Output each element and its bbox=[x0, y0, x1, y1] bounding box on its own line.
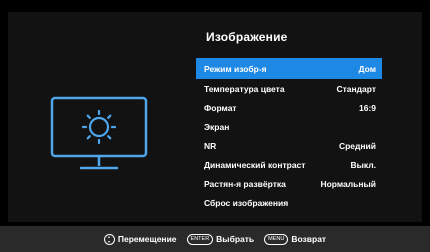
hint-move-label: Перемещение bbox=[117, 234, 177, 244]
hint-select: ENTER Выбрать bbox=[186, 233, 255, 245]
menu-item-label: Экран bbox=[204, 121, 230, 132]
tv-osd-screen: Изображение Режим изобр-я Дом Температур… bbox=[0, 0, 430, 252]
menu-item-label: Динамический контраст bbox=[204, 159, 306, 170]
monitor-brightness-icon bbox=[50, 96, 148, 172]
menu-item-value: Стандарт bbox=[336, 83, 376, 94]
menu-item-color-temperature[interactable]: Температура цвета Стандарт bbox=[196, 79, 382, 98]
up-down-nav-icon bbox=[103, 233, 115, 245]
menu-item-value: Выкл. bbox=[350, 159, 376, 170]
menu-item-noise-reduction[interactable]: NR Средний bbox=[196, 136, 382, 155]
menu-item-dynamic-contrast[interactable]: Динамический контраст Выкл. bbox=[196, 155, 382, 174]
menu-item-aspect-ratio[interactable]: Формат 16:9 bbox=[196, 98, 382, 117]
menu-key-icon: MENU bbox=[264, 233, 289, 245]
menu-item-value: Нормальный bbox=[320, 178, 376, 189]
menu-item-value: 16:9 bbox=[358, 102, 376, 113]
hint-back-label: Возврат bbox=[291, 234, 327, 244]
menu-list: Режим изобр-я Дом Температура цвета Стан… bbox=[196, 58, 382, 212]
menu-item-overscan[interactable]: Растян-я развёртка Нормальный bbox=[196, 174, 382, 193]
menu-item-label: NR bbox=[204, 140, 217, 151]
menu-item-picture-mode[interactable]: Режим изобр-я Дом bbox=[196, 58, 382, 79]
hint-back: MENU Возврат bbox=[264, 233, 327, 245]
enter-key-icon: ENTER bbox=[186, 233, 214, 245]
menu-title: Изображение bbox=[206, 30, 288, 44]
menu-item-label: Режим изобр-я bbox=[204, 63, 267, 74]
menu-item-value: Средний bbox=[338, 140, 376, 151]
menu-item-value: Дом bbox=[358, 63, 376, 74]
hint-move: Перемещение bbox=[103, 233, 177, 245]
menu-item-label: Растян-я развёртка bbox=[204, 178, 286, 189]
menu-item-label: Формат bbox=[204, 102, 237, 113]
hint-select-label: Выбрать bbox=[216, 234, 255, 244]
menu-item-label: Сброс изображения bbox=[204, 197, 289, 208]
menu-item-label: Температура цвета bbox=[204, 83, 285, 94]
menu-item-screen[interactable]: Экран bbox=[196, 117, 382, 136]
footer-hint-bar: Перемещение ENTER Выбрать MENU Возврат bbox=[0, 226, 430, 252]
menu-item-picture-reset[interactable]: Сброс изображения bbox=[196, 193, 382, 212]
